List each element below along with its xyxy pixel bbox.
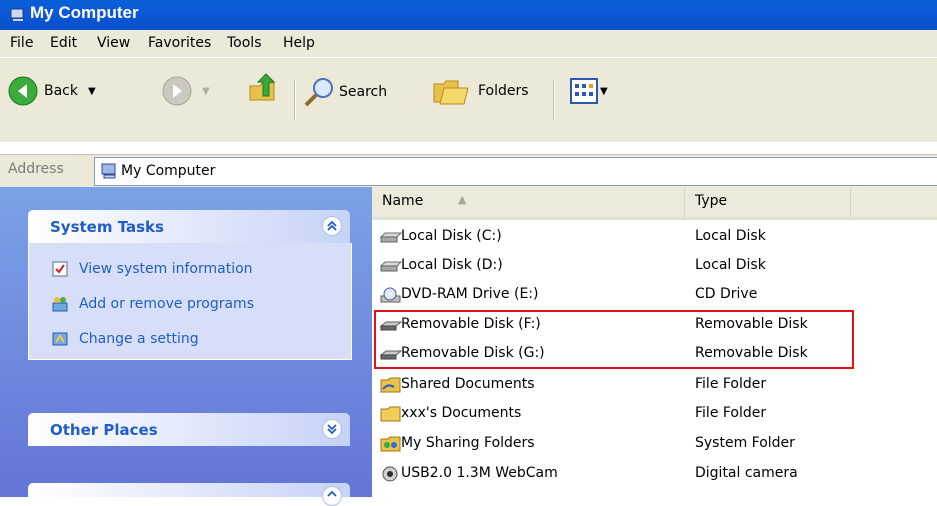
add-remove-programs-link[interactable]: Add or remove programs	[51, 295, 254, 313]
dvd-drive-icon	[380, 287, 401, 303]
webcam-icon	[382, 466, 398, 482]
next-panel-header[interactable]	[28, 483, 350, 506]
address-label: Address	[8, 161, 64, 177]
search-icon	[304, 78, 333, 107]
file-row-xxx-documents[interactable]: xxx's Documents File Folder	[372, 400, 937, 429]
forward-arrow-icon	[162, 76, 192, 106]
removable-disks-highlight-box	[374, 310, 854, 369]
back-dropdown-icon[interactable]: ▼	[88, 86, 96, 97]
view-system-information-link[interactable]: View system information	[51, 260, 253, 278]
control-panel-icon	[52, 332, 68, 346]
forward-button[interactable]: ▼	[162, 76, 210, 106]
file-name: USB2.0 1.3M WebCam	[401, 465, 558, 481]
file-name: Shared Documents	[401, 376, 535, 392]
toolbar-divider	[294, 80, 296, 120]
column-name-label: Name	[382, 193, 424, 209]
views-dropdown-icon[interactable]: ▼	[600, 86, 608, 97]
column-type-label: Type	[695, 193, 728, 209]
file-name: DVD-RAM Drive (E:)	[401, 286, 539, 302]
search-label: Search	[339, 84, 388, 100]
file-name: Local Disk (C:)	[401, 228, 502, 244]
system-info-icon	[52, 261, 68, 277]
hard-drive-icon	[380, 261, 402, 272]
sort-ascending-icon: ▲	[458, 193, 467, 206]
system-tasks-title: System Tasks	[50, 218, 164, 236]
my-computer-icon	[101, 163, 116, 179]
column-header-name[interactable]: Name ▲	[372, 187, 685, 220]
menu-help[interactable]: Help	[283, 35, 315, 51]
folders-label: Folders	[478, 83, 529, 99]
column-header-empty	[851, 187, 937, 220]
toolbar: Back ▼ ▼ Search Folders ▼	[0, 58, 937, 142]
file-row-c[interactable]: Local Disk (C:) Local Disk	[372, 223, 937, 252]
file-name: xxx's Documents	[401, 405, 522, 421]
file-type: Digital camera	[695, 465, 798, 481]
file-row-webcam[interactable]: USB2.0 1.3M WebCam Digital camera	[372, 460, 937, 489]
file-row-shared-documents[interactable]: Shared Documents File Folder	[372, 371, 937, 400]
file-row-d[interactable]: Local Disk (D:) Local Disk	[372, 252, 937, 281]
menu-bar: File Edit View Favorites Tools Help	[0, 30, 937, 58]
back-label: Back	[44, 83, 78, 99]
views-button[interactable]: ▼	[570, 78, 608, 104]
task-label: Add or remove programs	[79, 296, 254, 312]
address-bar: Address My Computer	[0, 154, 937, 187]
file-type: System Folder	[695, 435, 795, 451]
back-arrow-icon	[8, 76, 38, 106]
other-places-title: Other Places	[50, 421, 158, 439]
file-row-my-sharing-folders[interactable]: My Sharing Folders System Folder	[372, 430, 937, 459]
address-field[interactable]: My Computer	[94, 157, 937, 186]
title-bar: My Computer	[0, 0, 937, 30]
add-remove-programs-icon	[52, 297, 68, 312]
file-type: File Folder	[695, 405, 767, 421]
file-type: File Folder	[695, 376, 767, 392]
menu-view[interactable]: View	[97, 35, 130, 51]
up-folder-icon[interactable]	[246, 72, 280, 106]
toolbar-divider	[553, 80, 555, 120]
task-label: Change a setting	[79, 331, 199, 347]
system-tasks-header[interactable]: System Tasks	[28, 210, 350, 243]
collapse-chevron-icon[interactable]	[322, 216, 342, 236]
hard-drive-icon	[380, 232, 402, 243]
other-places-header[interactable]: Other Places	[28, 413, 350, 446]
file-type: CD Drive	[695, 286, 758, 302]
address-value: My Computer	[121, 163, 216, 179]
task-pane: System Tasks View system information Add…	[0, 187, 372, 506]
menu-tools[interactable]: Tools	[227, 35, 262, 51]
back-button[interactable]: Back ▼	[8, 76, 96, 106]
column-header-type[interactable]: Type	[685, 187, 851, 220]
system-tasks-panel: View system information Add or remove pr…	[28, 243, 352, 360]
folders-button[interactable]: Folders	[432, 76, 529, 106]
file-row-e[interactable]: DVD-RAM Drive (E:) CD Drive	[372, 281, 937, 310]
change-a-setting-link[interactable]: Change a setting	[51, 330, 199, 348]
task-label: View system information	[79, 261, 253, 277]
forward-dropdown-icon[interactable]: ▼	[202, 86, 210, 97]
my-computer-icon	[10, 8, 24, 21]
views-icon	[570, 78, 598, 104]
menu-edit[interactable]: Edit	[50, 35, 77, 51]
file-type: Local Disk	[695, 228, 766, 244]
file-type: Local Disk	[695, 257, 766, 273]
sharing-folder-icon	[380, 436, 401, 452]
menu-file[interactable]: File	[10, 35, 33, 51]
folders-icon	[433, 80, 469, 105]
file-name: Local Disk (D:)	[401, 257, 503, 273]
expand-chevron-icon[interactable]	[322, 419, 342, 439]
shared-folder-icon	[380, 377, 401, 393]
collapse-chevron-icon[interactable]	[322, 486, 342, 506]
folder-icon	[380, 406, 401, 422]
search-button[interactable]: Search	[303, 76, 387, 108]
file-name: My Sharing Folders	[401, 435, 535, 451]
menu-favorites[interactable]: Favorites	[148, 35, 211, 51]
window-title: My Computer	[30, 3, 139, 22]
